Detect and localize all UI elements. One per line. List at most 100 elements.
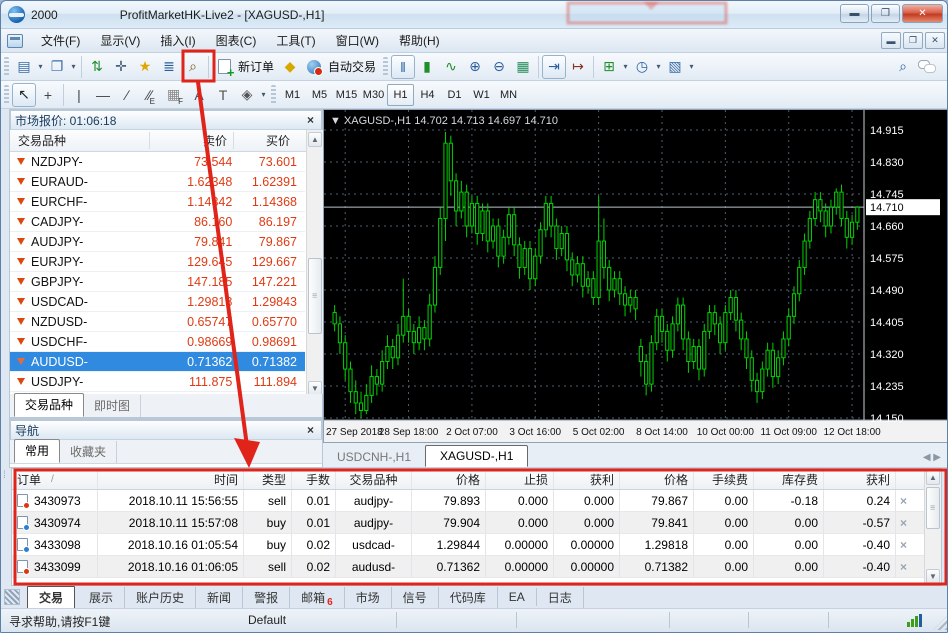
scroll-up-icon[interactable]: ▲	[308, 132, 322, 147]
channel-icon[interactable]: ∕∕ E	[139, 83, 163, 107]
market-watch-scrollbar[interactable]: ▲ ▼	[306, 130, 323, 398]
indicators-icon[interactable]: ⊞	[597, 55, 621, 79]
child-close-button[interactable]: ✕	[925, 32, 945, 49]
terminal-column-5[interactable]: 价格	[412, 469, 486, 489]
timeframe-m30[interactable]: M30	[360, 84, 387, 106]
cursor-icon[interactable]: ↖	[12, 82, 36, 107]
scroll-thumb[interactable]	[926, 487, 940, 529]
terminal-column-9[interactable]: 手续费	[694, 469, 754, 489]
terminal-column-8[interactable]: 价格	[620, 469, 694, 489]
column-ask[interactable]: 买价	[234, 132, 296, 149]
child-minimize-button[interactable]: ▬	[881, 32, 901, 49]
terminal-column-3[interactable]: 手数	[292, 469, 336, 489]
market-watch-row[interactable]: EURAUD- 1.62348 1.62391	[10, 172, 305, 192]
bottom-tab-5[interactable]: 邮箱 6	[290, 586, 345, 608]
chart-tab-usdcnh[interactable]: USDCNH-,H1	[323, 447, 425, 467]
new-order-button[interactable]	[212, 55, 236, 80]
strategy-tester-icon[interactable]: ⌕	[181, 55, 205, 79]
trendline-icon[interactable]: ∕	[115, 83, 139, 107]
fibonacci-icon[interactable]: ▦ F	[163, 83, 187, 107]
menu-item-0[interactable]: 文件(F)	[31, 29, 90, 52]
terminal-scrollbar[interactable]: ▲ ▼	[924, 469, 941, 585]
timeframe-m5[interactable]: M5	[306, 84, 333, 106]
bottom-tab-0[interactable]: 交易	[27, 585, 76, 609]
zoom-in-icon[interactable]: ⊕	[463, 55, 487, 79]
bottom-tab-10[interactable]: 日志	[537, 586, 584, 608]
market-watch-row[interactable]: NZDUSD- 0.65747 0.65770	[10, 312, 305, 332]
navigator-icon[interactable]: ★	[133, 55, 157, 79]
chart-bars-icon[interactable]: ‖	[391, 54, 416, 79]
menu-item-6[interactable]: 帮助(H)	[389, 29, 450, 52]
terminal-column-11[interactable]: 获利	[824, 469, 896, 489]
timeframe-m15[interactable]: M15	[333, 84, 360, 106]
terminal-column-7[interactable]: 获利	[554, 469, 620, 489]
resize-grip[interactable]	[933, 616, 947, 630]
toolbar-grip[interactable]	[383, 56, 389, 77]
menu-item-4[interactable]: 工具(T)	[266, 29, 325, 52]
terminal-grip[interactable]	[1, 468, 11, 586]
shapes-icon-dropdown[interactable]: ▾	[259, 90, 268, 99]
timeframe-h4[interactable]: H4	[414, 84, 441, 106]
toolbar-grip[interactable]	[4, 56, 9, 77]
bottom-tab-8[interactable]: 代码库	[439, 586, 498, 608]
bottom-tab-1[interactable]: 展示	[78, 586, 126, 608]
market-watch-row[interactable]: USDCAD- 1.29818 1.29843	[10, 292, 305, 312]
terminal-column-1[interactable]: 时间	[98, 469, 244, 489]
text-label-icon[interactable]: T	[211, 83, 235, 107]
market-watch-row[interactable]: EURCHF- 1.14342 1.14368	[10, 192, 305, 212]
horizontal-line-icon[interactable]: —	[91, 83, 115, 107]
bottom-tab-7[interactable]: 信号	[392, 586, 439, 608]
toolbar-grip[interactable]	[271, 84, 276, 105]
order-row[interactable]: 3430973 2018.10.11 15:56:55 sell 0.01 audjpy…	[12, 490, 941, 512]
tab-favorites[interactable]: 收藏夹	[60, 441, 118, 463]
market-watch-row[interactable]: USDJPY- 111.875 111.894	[10, 372, 305, 392]
market-watch-row[interactable]: GBPJPY- 147.185 147.221	[10, 272, 305, 292]
templates-icon-dropdown[interactable]: ▾	[687, 62, 696, 71]
toolbar-grip[interactable]	[4, 84, 9, 105]
chart-tab-scroll-icons[interactable]: ◀ ▶	[923, 452, 947, 467]
menu-item-3[interactable]: 图表(C)	[206, 29, 267, 52]
chart-window[interactable]: 14.915 14.830 14.745 14.660 14.575 14.490 14.4…	[323, 109, 948, 444]
restore-button[interactable]: ❐	[871, 4, 900, 23]
close-order-icon[interactable]: ×	[896, 494, 911, 508]
market-watch-row[interactable]: USDCHF- 0.98669 0.98691	[10, 332, 305, 352]
timeframe-w1[interactable]: W1	[468, 84, 495, 106]
market-watch-row[interactable]: AUDUSD- 0.71362 0.71382	[10, 352, 305, 372]
column-bid[interactable]: 卖价	[150, 132, 234, 149]
autotrading-button[interactable]	[302, 55, 326, 79]
tile-windows-icon[interactable]: ▦	[511, 55, 535, 79]
bottom-tab-9[interactable]: EA	[498, 588, 537, 606]
autotrading-label[interactable]: 自动交易	[328, 58, 376, 75]
terminal-column-2[interactable]: 类型	[244, 469, 292, 489]
auto-scroll-icon[interactable]: ⇥	[542, 54, 567, 79]
indicators-icon-dropdown[interactable]: ▾	[621, 62, 630, 71]
search-icon[interactable]: ⌕	[891, 55, 915, 79]
profiles-icon-dropdown[interactable]: ▾	[69, 62, 78, 71]
market-watch-row[interactable]: EURJPY- 129.645 129.667	[10, 252, 305, 272]
bottom-tab-2[interactable]: 账户历史	[125, 586, 197, 608]
scroll-up-icon[interactable]: ▲	[926, 470, 940, 485]
terminal-icon[interactable]: ≣	[157, 55, 181, 79]
tab-common[interactable]: 常用	[14, 439, 61, 463]
menu-item-2[interactable]: 插入(I)	[150, 29, 205, 52]
templates-icon[interactable]: ▧	[663, 55, 687, 79]
scroll-down-icon[interactable]: ▼	[926, 569, 940, 584]
profiles-icon[interactable]: ❐	[45, 55, 69, 79]
shapes-icon[interactable]: ◈	[235, 83, 259, 107]
new-order-label[interactable]: 新订单	[238, 58, 274, 75]
close-order-icon[interactable]: ×	[896, 560, 911, 574]
close-button[interactable]: ✕	[902, 4, 943, 23]
minimize-button[interactable]: ▬	[840, 4, 869, 23]
timeframe-m1[interactable]: M1	[279, 84, 306, 106]
menu-item-5[interactable]: 窗口(W)	[326, 29, 389, 52]
terminal-column-4[interactable]: 交易品种	[336, 469, 412, 489]
periods-icon[interactable]: ◷	[630, 55, 654, 79]
terminal-dock-icon[interactable]	[4, 589, 20, 605]
chart-canvas[interactable]: 14.91514.83014.74514.66014.57514.49014.4…	[324, 110, 948, 444]
navigator-close-icon[interactable]: ×	[304, 423, 317, 437]
timeframe-d1[interactable]: D1	[441, 84, 468, 106]
child-restore-button[interactable]: ❐	[903, 32, 923, 49]
new-chart-icon[interactable]: ▤	[12, 55, 36, 79]
text-icon[interactable]: A	[187, 83, 211, 107]
order-row[interactable]: 3430974 2018.10.11 15:57:08 buy 0.01 audjpy-…	[12, 512, 941, 534]
